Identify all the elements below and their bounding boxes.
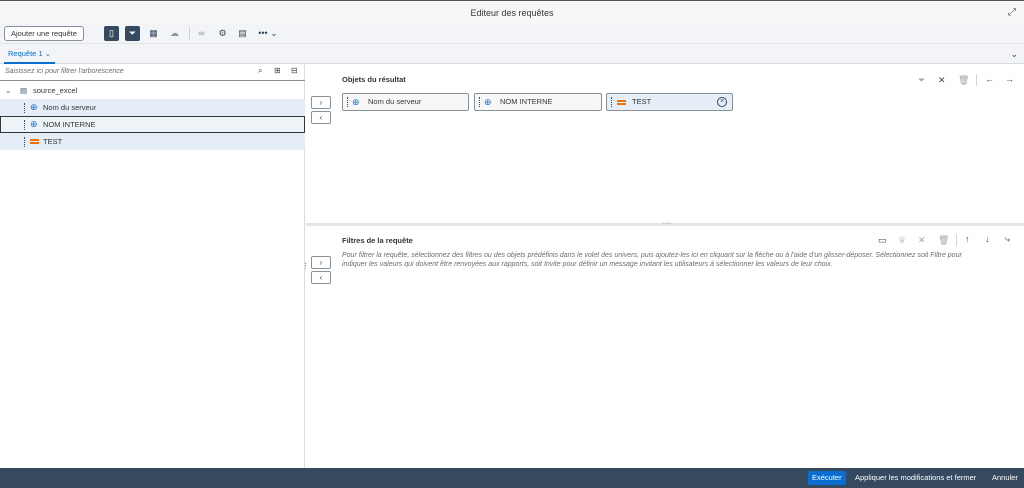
result-object-token[interactable]: ⊕ NOM INTERNE bbox=[474, 93, 602, 111]
dimension-icon: ⊕ bbox=[352, 97, 360, 107]
tab-query-1[interactable]: Requête 1 ⌄ bbox=[4, 44, 56, 64]
remove-token-icon[interactable]: × bbox=[717, 97, 727, 107]
settings-icon[interactable]: ⚙ bbox=[215, 26, 230, 41]
drag-handle-icon[interactable] bbox=[611, 97, 614, 107]
remove-from-result-button[interactable]: ‹ bbox=[311, 111, 331, 124]
splitter-grip-icon[interactable]: ···· bbox=[662, 220, 671, 227]
drag-handle-icon[interactable] bbox=[24, 120, 27, 130]
search-icon[interactable]: ⌕ bbox=[258, 66, 262, 76]
expand-all-icon[interactable]: ⊞ bbox=[274, 66, 281, 75]
properties-icon[interactable]: ▤ bbox=[235, 26, 250, 41]
link-icon[interactable]: ∞ bbox=[194, 26, 209, 41]
result-object-token[interactable]: TEST × bbox=[606, 93, 733, 111]
collapse-all-icon[interactable]: ⊟ bbox=[291, 66, 298, 75]
table-icon[interactable]: ▦ bbox=[146, 26, 161, 41]
tree-item-label: TEST bbox=[43, 137, 63, 146]
result-object-token[interactable]: ⊕ Nom du serveur bbox=[342, 93, 469, 111]
toolbar-divider bbox=[976, 74, 977, 86]
toolbar-divider bbox=[189, 27, 190, 40]
close-icon[interactable]: ✕ bbox=[938, 75, 946, 86]
more-menu-icon[interactable]: ••• ⌄ bbox=[256, 26, 280, 41]
tree-item-label: Nom du serveur bbox=[43, 103, 97, 112]
token-label: NOM INTERNE bbox=[500, 97, 553, 106]
drag-handle-icon[interactable] bbox=[24, 103, 27, 113]
drag-handle-icon[interactable] bbox=[24, 137, 27, 147]
panel-toggle-icon[interactable]: ▯ bbox=[104, 26, 119, 41]
dimension-icon: ⊕ bbox=[30, 102, 38, 112]
tree-filter-placeholder: Saisissez ici pour filtrer l'arborescenc… bbox=[5, 68, 124, 75]
result-objects-title: Objets du résultat bbox=[342, 75, 406, 84]
tree-item-label: NOM INTERNE bbox=[43, 120, 96, 129]
dimension-icon: ⊕ bbox=[30, 119, 38, 129]
token-label: Nom du serveur bbox=[368, 97, 422, 106]
clear-filter-icon[interactable]: ⏷ bbox=[918, 75, 925, 86]
datasource-icon: ▤ bbox=[20, 86, 28, 95]
panel-resize-grip-icon[interactable]: ⋮ bbox=[302, 262, 309, 270]
window-title: Editeur des requêtes bbox=[470, 8, 554, 18]
tree-root-node[interactable]: ⌄ ▤ source_excel bbox=[0, 82, 305, 99]
measure-icon bbox=[30, 139, 39, 144]
expand-icon[interactable]: ⤢ bbox=[1008, 1, 1016, 25]
cancel-button[interactable]: Annuler bbox=[992, 471, 1018, 485]
chevron-down-icon[interactable]: ⌄ bbox=[5, 82, 11, 99]
arrow-right-icon[interactable]: → bbox=[1005, 74, 1014, 84]
arrow-down-icon[interactable]: ↓ bbox=[985, 234, 990, 244]
filter-panel-icon[interactable]: ▭ bbox=[878, 235, 887, 246]
tree-item[interactable]: TEST bbox=[0, 133, 305, 150]
collapse-chevron-icon[interactable]: ⌄ bbox=[1010, 44, 1018, 64]
section-splitter[interactable]: ···· bbox=[306, 220, 1024, 227]
title-bar: Editeur des requêtes ⤢ bbox=[0, 0, 1024, 24]
toolbar: Ajouter une requête ▯ ⏷ ▦ ☁ ∞ ⚙ ▤ ••• ⌄ bbox=[0, 24, 1024, 44]
toolbar-divider bbox=[956, 234, 957, 246]
data-preview-icon[interactable]: ☁ bbox=[167, 26, 182, 41]
add-filter-button[interactable]: › bbox=[311, 256, 331, 269]
filters-hint-text: Pour filtrer la requête, sélectionnez de… bbox=[342, 252, 962, 268]
add-to-result-button[interactable]: › bbox=[311, 96, 331, 109]
add-query-button[interactable]: Ajouter une requête bbox=[4, 26, 84, 41]
drag-handle-icon[interactable] bbox=[347, 97, 350, 107]
delete-icon[interactable]: 🗑 bbox=[938, 235, 949, 246]
tree-item[interactable]: ⊕ Nom du serveur bbox=[0, 99, 305, 116]
tree-filter-field[interactable]: Saisissez ici pour filtrer l'arborescenc… bbox=[0, 64, 305, 81]
universe-tree-panel: Saisissez ici pour filtrer l'arborescenc… bbox=[0, 64, 305, 468]
token-label: TEST bbox=[632, 97, 652, 106]
run-button[interactable]: Exécuter bbox=[808, 471, 846, 485]
chevron-down-icon: ⌄ bbox=[44, 49, 52, 58]
measure-icon bbox=[617, 100, 626, 105]
delete-icon[interactable]: 🗑 bbox=[958, 75, 969, 86]
tree-root-label: source_excel bbox=[33, 86, 78, 95]
apply-and-close-button[interactable]: Appliquer les modifications et fermer bbox=[855, 471, 976, 485]
close-icon[interactable]: ✕ bbox=[918, 235, 926, 246]
filters-title: Filtres de la requête bbox=[342, 236, 413, 245]
dimension-icon: ⊕ bbox=[484, 97, 492, 107]
drag-handle-icon[interactable] bbox=[479, 97, 482, 107]
arrow-left-icon[interactable]: ← bbox=[985, 74, 994, 84]
remove-filter-button[interactable]: ‹ bbox=[311, 271, 331, 284]
tree-item[interactable]: ⊕ NOM INTERNE bbox=[0, 116, 305, 133]
footer-bar: Exécuter Appliquer les modifications et … bbox=[0, 468, 1024, 488]
query-panel: Objets du résultat ⏷ ✕ 🗑 ← → › ‹ ⊕ Nom d… bbox=[306, 64, 1024, 468]
prompt-icon[interactable]: ♕ bbox=[898, 235, 906, 246]
tab-label: Requête 1 bbox=[8, 49, 43, 58]
nest-filter-icon[interactable]: ⤷ bbox=[1005, 234, 1010, 245]
tab-bar: Requête 1 ⌄ ⌄ bbox=[0, 44, 1024, 64]
arrow-up-icon[interactable]: ↑ bbox=[965, 234, 970, 244]
filter-icon[interactable]: ⏷ bbox=[125, 26, 140, 41]
